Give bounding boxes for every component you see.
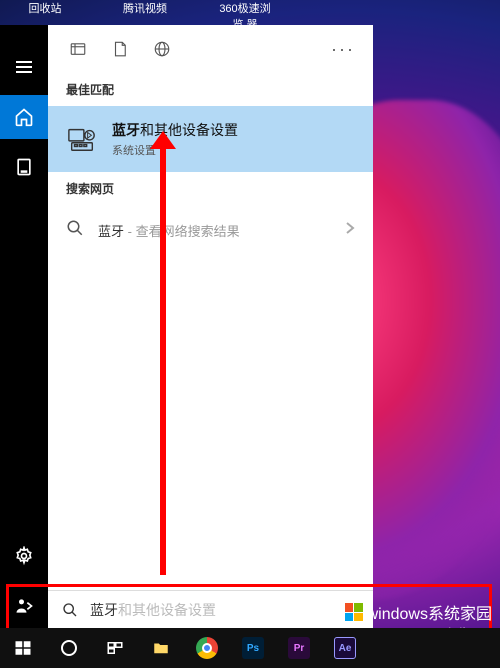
- desktop-icon-label: 回收站: [29, 0, 62, 16]
- folder-icon: [152, 639, 170, 657]
- web-search-header: 搜索网页: [48, 172, 373, 205]
- bluetooth-settings-icon: [66, 123, 98, 155]
- filter-web-button[interactable]: [142, 29, 182, 69]
- taskbar-after-effects[interactable]: Ae: [322, 628, 368, 668]
- after-effects-icon: Ae: [334, 637, 356, 659]
- search-icon: [66, 219, 84, 242]
- hamburger-menu-button[interactable]: [0, 45, 48, 89]
- start-left-nav: [0, 25, 48, 628]
- more-options-button[interactable]: ···: [323, 29, 363, 69]
- nav-feedback-button[interactable]: [0, 584, 48, 628]
- web-result-text: 蓝牙 - 查看网络搜索结果: [98, 221, 331, 240]
- web-search-result[interactable]: 蓝牙 - 查看网络搜索结果: [48, 205, 373, 256]
- search-icon: [62, 602, 78, 618]
- watermark: windows系统家园: [345, 600, 492, 624]
- photoshop-icon: Ps: [242, 637, 264, 659]
- taskbar-photoshop[interactable]: Ps: [230, 628, 276, 668]
- nav-settings-button[interactable]: [0, 534, 48, 578]
- gear-icon: [14, 546, 34, 566]
- windows-start-icon: [14, 639, 32, 657]
- home-icon: [14, 107, 34, 127]
- ellipsis-icon: ···: [331, 39, 355, 60]
- start-button[interactable]: [0, 628, 46, 668]
- chrome-icon: [196, 637, 218, 659]
- nav-home-button[interactable]: [0, 95, 48, 139]
- hamburger-icon: [16, 61, 32, 73]
- task-view-button[interactable]: [92, 628, 138, 668]
- search-panel: ··· 最佳匹配 蓝牙和其他设备设置 系统设置 搜索网页 蓝牙 - 查看网络搜索…: [48, 25, 373, 628]
- filter-apps-button[interactable]: [58, 29, 98, 69]
- taskbar: Ps Pr Ae: [0, 628, 500, 668]
- search-panel-top-bar: ···: [48, 25, 373, 73]
- apps-icon: [14, 157, 34, 177]
- chevron-right-icon: [345, 221, 355, 240]
- search-input-text: 蓝牙和其他设备设置: [90, 600, 359, 620]
- task-view-icon: [106, 639, 124, 657]
- watermark-text: windows系统家园: [367, 600, 492, 624]
- taskbar-chrome[interactable]: [184, 628, 230, 668]
- filter-documents-button[interactable]: [100, 29, 140, 69]
- search-input-box[interactable]: 蓝牙和其他设备设置: [48, 590, 373, 628]
- best-match-title: 蓝牙和其他设备设置: [112, 120, 355, 140]
- person-icon: [14, 596, 34, 616]
- cortana-button[interactable]: [46, 628, 92, 668]
- nav-apps-button[interactable]: [0, 145, 48, 189]
- best-match-result[interactable]: 蓝牙和其他设备设置 系统设置: [48, 106, 373, 172]
- windows-logo-icon: [345, 603, 363, 621]
- globe-icon: [153, 40, 171, 58]
- best-match-text: 蓝牙和其他设备设置 系统设置: [112, 120, 355, 158]
- taskbar-premiere[interactable]: Pr: [276, 628, 322, 668]
- apps-filter-icon: [69, 40, 87, 58]
- cortana-icon: [61, 640, 77, 656]
- premiere-icon: Pr: [288, 637, 310, 659]
- best-match-subtitle: 系统设置: [112, 142, 355, 158]
- document-icon: [111, 40, 129, 58]
- taskbar-file-explorer[interactable]: [138, 628, 184, 668]
- best-match-header: 最佳匹配: [48, 73, 373, 106]
- desktop-icon-label: 腾讯视频: [123, 0, 167, 16]
